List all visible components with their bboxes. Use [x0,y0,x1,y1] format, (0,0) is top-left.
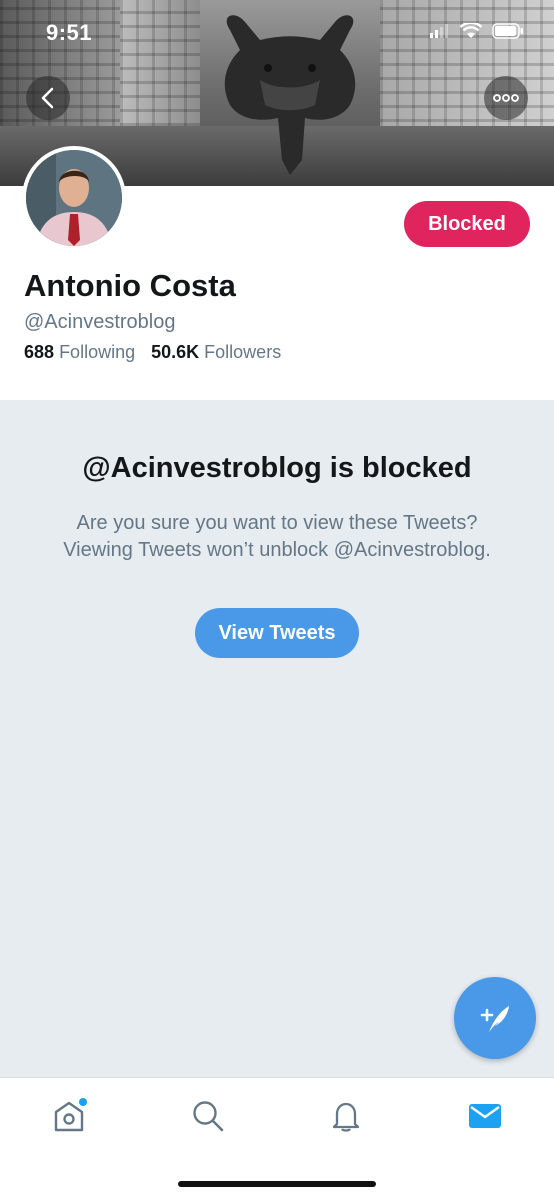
status-bar: 9:51 [0,20,554,50]
view-tweets-button[interactable]: View Tweets [195,608,359,658]
following-stat[interactable]: 688 Following [24,342,135,363]
profile-handle: @Acinvestroblog [24,311,176,333]
following-label: Following [59,342,136,362]
mail-icon [469,1104,501,1128]
bell-icon [332,1102,360,1132]
more-options-button[interactable] [484,76,528,120]
compose-tweet-button[interactable] [454,977,536,1059]
tab-home[interactable] [49,1096,89,1136]
following-count: 688 [24,342,55,362]
avatar[interactable] [22,146,126,250]
battery-icon [492,23,523,39]
more-dots-icon [493,94,519,102]
avatar-photo [26,150,122,246]
tab-search[interactable] [188,1096,228,1136]
blocked-button[interactable]: Blocked [404,201,530,247]
signal-icon [430,24,448,38]
followers-label: Followers [204,342,282,362]
back-button[interactable] [26,76,70,120]
profile-stats: 688 Following 50.6K Followers [24,342,281,363]
home-icon [54,1098,87,1132]
tab-messages[interactable] [465,1096,505,1136]
search-icon [193,1101,224,1132]
tab-notifications[interactable] [326,1096,366,1136]
blocked-title: @Acinvestroblog is blocked [82,452,472,484]
wifi-icon [460,23,482,38]
profile-name: Antonio Costa [24,268,236,303]
status-time: 9:51 [46,20,93,45]
status-icons [430,23,524,39]
compose-feather-icon [480,1006,509,1032]
chevron-left-icon [41,87,54,109]
home-indicator [178,1181,376,1187]
followers-stat[interactable]: 50.6K Followers [151,342,281,363]
blocked-message: Are you sure you want to view these Twee… [63,512,491,561]
followers-count: 50.6K [151,342,200,362]
